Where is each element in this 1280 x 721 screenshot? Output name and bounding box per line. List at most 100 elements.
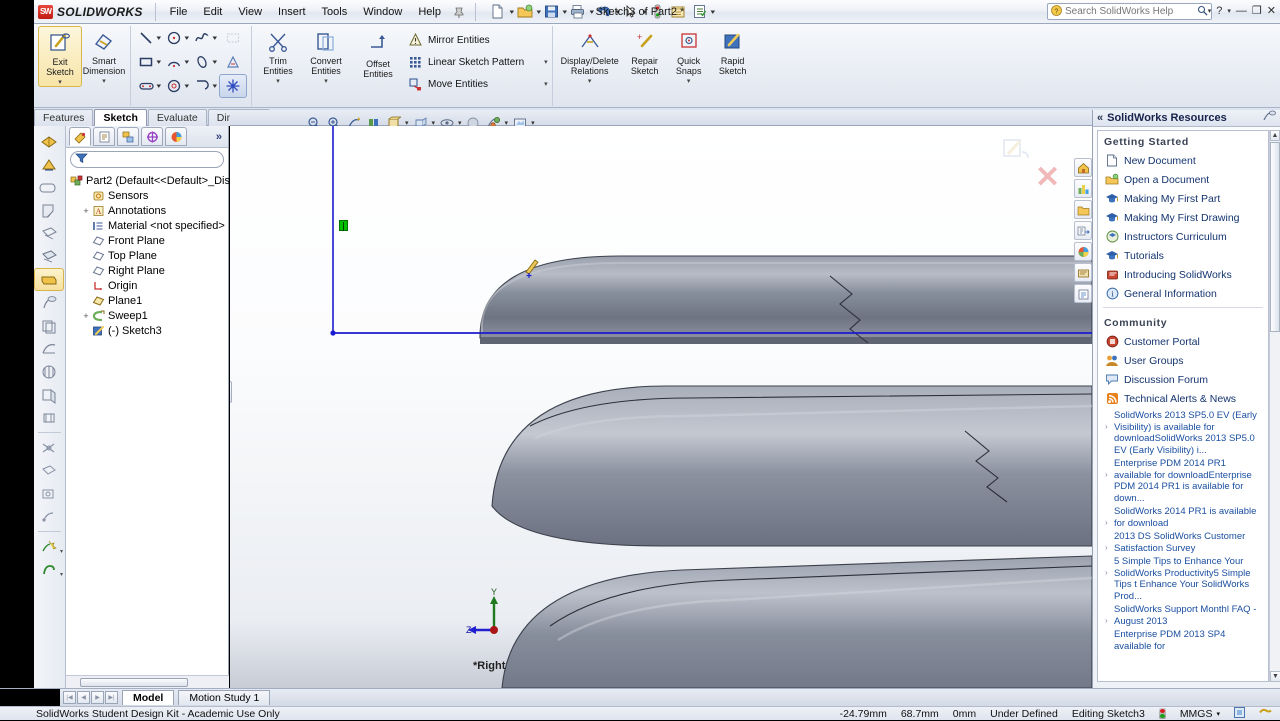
rebuild-status-icon[interactable]: [1158, 708, 1166, 719]
smart-dimension-button[interactable]: Smart Dimension ▾: [82, 26, 126, 85]
rebuild-icon[interactable]: [647, 2, 667, 22]
tree-item-part2[interactable]: Part2 (Default<<Default>_Disp: [70, 173, 236, 188]
print-icon[interactable]: [568, 2, 588, 22]
photoview-caret[interactable]: ▾: [60, 548, 63, 555]
resource-tutorials[interactable]: Tutorials: [1098, 246, 1268, 265]
tab-model[interactable]: Model: [122, 690, 175, 705]
tree-item-right-plane[interactable]: Right Plane: [70, 263, 228, 278]
perspective-icon[interactable]: [34, 459, 64, 482]
tree-item-material[interactable]: Material <not specified>: [70, 218, 228, 233]
tree-item-annotations[interactable]: + A Annotations: [70, 203, 228, 218]
convert-entities-button[interactable]: Convert Entities ▾: [300, 26, 352, 85]
tab-motion-study-1[interactable]: Motion Study 1: [178, 690, 271, 705]
tangent-arc-caret[interactable]: ▾: [213, 82, 218, 90]
menu-insert[interactable]: Insert: [270, 3, 314, 21]
minimize-button[interactable]: —: [1236, 5, 1247, 17]
property-manager-tab[interactable]: [93, 127, 115, 146]
move-entities-caret[interactable]: ▾: [528, 80, 548, 88]
curvature-icon[interactable]: [34, 337, 64, 360]
tab-next-button[interactable]: ▶: [91, 691, 104, 704]
graphics-vertical-scroll-handle[interactable]: [230, 381, 232, 403]
tab-evaluate[interactable]: Evaluate: [147, 109, 207, 126]
rectangle-caret[interactable]: ▾: [157, 58, 162, 66]
print-caret[interactable]: ▾: [589, 8, 594, 16]
news-item[interactable]: › SolidWorks Support Monthl FAQ - August …: [1105, 604, 1264, 627]
resource-new-document[interactable]: New Document: [1098, 151, 1268, 170]
feature-tree-filter-input[interactable]: [70, 151, 224, 168]
task-pane-scroll-up[interactable]: ▲: [1270, 130, 1280, 141]
featuremanager-tab[interactable]: [69, 127, 91, 146]
menu-tools[interactable]: Tools: [314, 3, 356, 21]
configuration-manager-tab[interactable]: [117, 127, 139, 146]
news-item[interactable]: › 2013 DS SolidWorks Customer Satisfactio…: [1105, 531, 1264, 554]
help-button[interactable]: ?: [1216, 5, 1222, 17]
help-caret[interactable]: ▾: [1227, 7, 1231, 15]
display-manager-tab[interactable]: [165, 127, 187, 146]
repair-sketch-button[interactable]: + Repair Sketch: [623, 26, 667, 76]
smart-dimension-dropdown[interactable]: ▾: [102, 77, 106, 85]
tree-expander[interactable]: +: [81, 311, 91, 321]
tree-expander[interactable]: +: [81, 206, 91, 216]
file-explorer-icon[interactable]: [1074, 200, 1092, 219]
tree-item-front-plane[interactable]: Front Plane: [70, 233, 228, 248]
ellipse-caret[interactable]: ▾: [213, 58, 218, 66]
photoview-icon[interactable]: ▾: [34, 535, 64, 558]
task-pane-collapse-button[interactable]: «: [1093, 112, 1107, 124]
ellipse-tool[interactable]: ▾: [191, 50, 219, 74]
dimxpert-manager-tab[interactable]: [141, 127, 163, 146]
linear-sketch-pattern-item[interactable]: Linear Sketch Pattern ▾: [406, 51, 548, 73]
vertical-relation-marker[interactable]: [339, 220, 348, 231]
open-document-icon[interactable]: [515, 2, 535, 22]
render-tools-caret[interactable]: ▾: [60, 571, 63, 578]
shaded-icon[interactable]: [34, 199, 64, 222]
spline-tool[interactable]: ▾: [191, 26, 219, 50]
shaded-edges-icon[interactable]: [34, 245, 64, 268]
shadows-icon[interactable]: [34, 436, 64, 459]
select-icon[interactable]: [621, 2, 641, 22]
appearances-icon[interactable]: [1074, 263, 1092, 282]
view-sketch-relations-icon[interactable]: [34, 505, 64, 528]
move-entities-item[interactable]: Move Entities ▾: [406, 73, 548, 95]
view-settings-icon[interactable]: [34, 314, 64, 337]
tree-item-origin[interactable]: Origin: [70, 278, 228, 293]
options-icon[interactable]: [668, 2, 688, 22]
resource-user-groups[interactable]: User Groups: [1098, 351, 1268, 370]
polygon-caret[interactable]: ▾: [185, 82, 190, 90]
mirror-entities-item[interactable]: Mirror Entities: [406, 29, 548, 51]
resource-introducing-solidworks[interactable]: Introducing SolidWorks: [1098, 265, 1268, 284]
menu-help[interactable]: Help: [410, 3, 449, 21]
tree-item-sketch3[interactable]: (-) Sketch3: [70, 323, 228, 338]
menu-edit[interactable]: Edit: [195, 3, 230, 21]
tab-last-button[interactable]: ▶|: [105, 691, 118, 704]
design-library-icon[interactable]: [1074, 179, 1092, 198]
tab-first-button[interactable]: |◀: [63, 691, 76, 704]
new-document-icon[interactable]: [488, 2, 508, 22]
arc-tool[interactable]: ▾: [163, 50, 191, 74]
trim-entities-button[interactable]: Trim Entities ▾: [256, 26, 300, 85]
slot-caret[interactable]: ▾: [157, 82, 162, 90]
pushpin-icon[interactable]: [449, 2, 469, 22]
apply-scene-icon[interactable]: [34, 291, 64, 314]
circle-caret[interactable]: ▾: [185, 34, 190, 42]
tag-icon[interactable]: [1259, 707, 1272, 721]
news-item[interactable]: › SolidWorks 2014 PR1 is available for do…: [1105, 506, 1264, 529]
units-caret-icon[interactable]: ▾: [1216, 710, 1220, 718]
feature-tree-hscroll-thumb[interactable]: [80, 677, 188, 687]
restore-button[interactable]: ❐: [1252, 4, 1262, 17]
resource-open-document[interactable]: Open a Document: [1098, 170, 1268, 189]
view-palette-icon[interactable]: [1074, 242, 1092, 261]
search-library-icon[interactable]: [1074, 221, 1092, 240]
news-item[interactable]: › Enterprise PDM 2014 PR1 available for d…: [1105, 458, 1264, 504]
realview-icon[interactable]: [34, 406, 64, 429]
news-item[interactable]: › 5 Simple Tips to Enhance Your SolidWork…: [1105, 556, 1264, 602]
display-delete-relations-button[interactable]: Display/Delete Relations ▾: [557, 26, 623, 85]
resource-making-my-first-drawing[interactable]: Making My First Drawing: [1098, 208, 1268, 227]
exit-sketch-dropdown[interactable]: ▾: [58, 78, 62, 86]
render-tools-icon[interactable]: ▾: [34, 558, 64, 581]
section-view-icon[interactable]: [34, 268, 64, 291]
offset-entities-button[interactable]: Offset Entities: [352, 26, 404, 79]
menu-window[interactable]: Window: [355, 3, 410, 21]
save-caret[interactable]: ▾: [562, 8, 567, 16]
point-tool[interactable]: [219, 74, 247, 98]
resource-technical-alerts-news[interactable]: Technical Alerts & News: [1098, 389, 1268, 408]
